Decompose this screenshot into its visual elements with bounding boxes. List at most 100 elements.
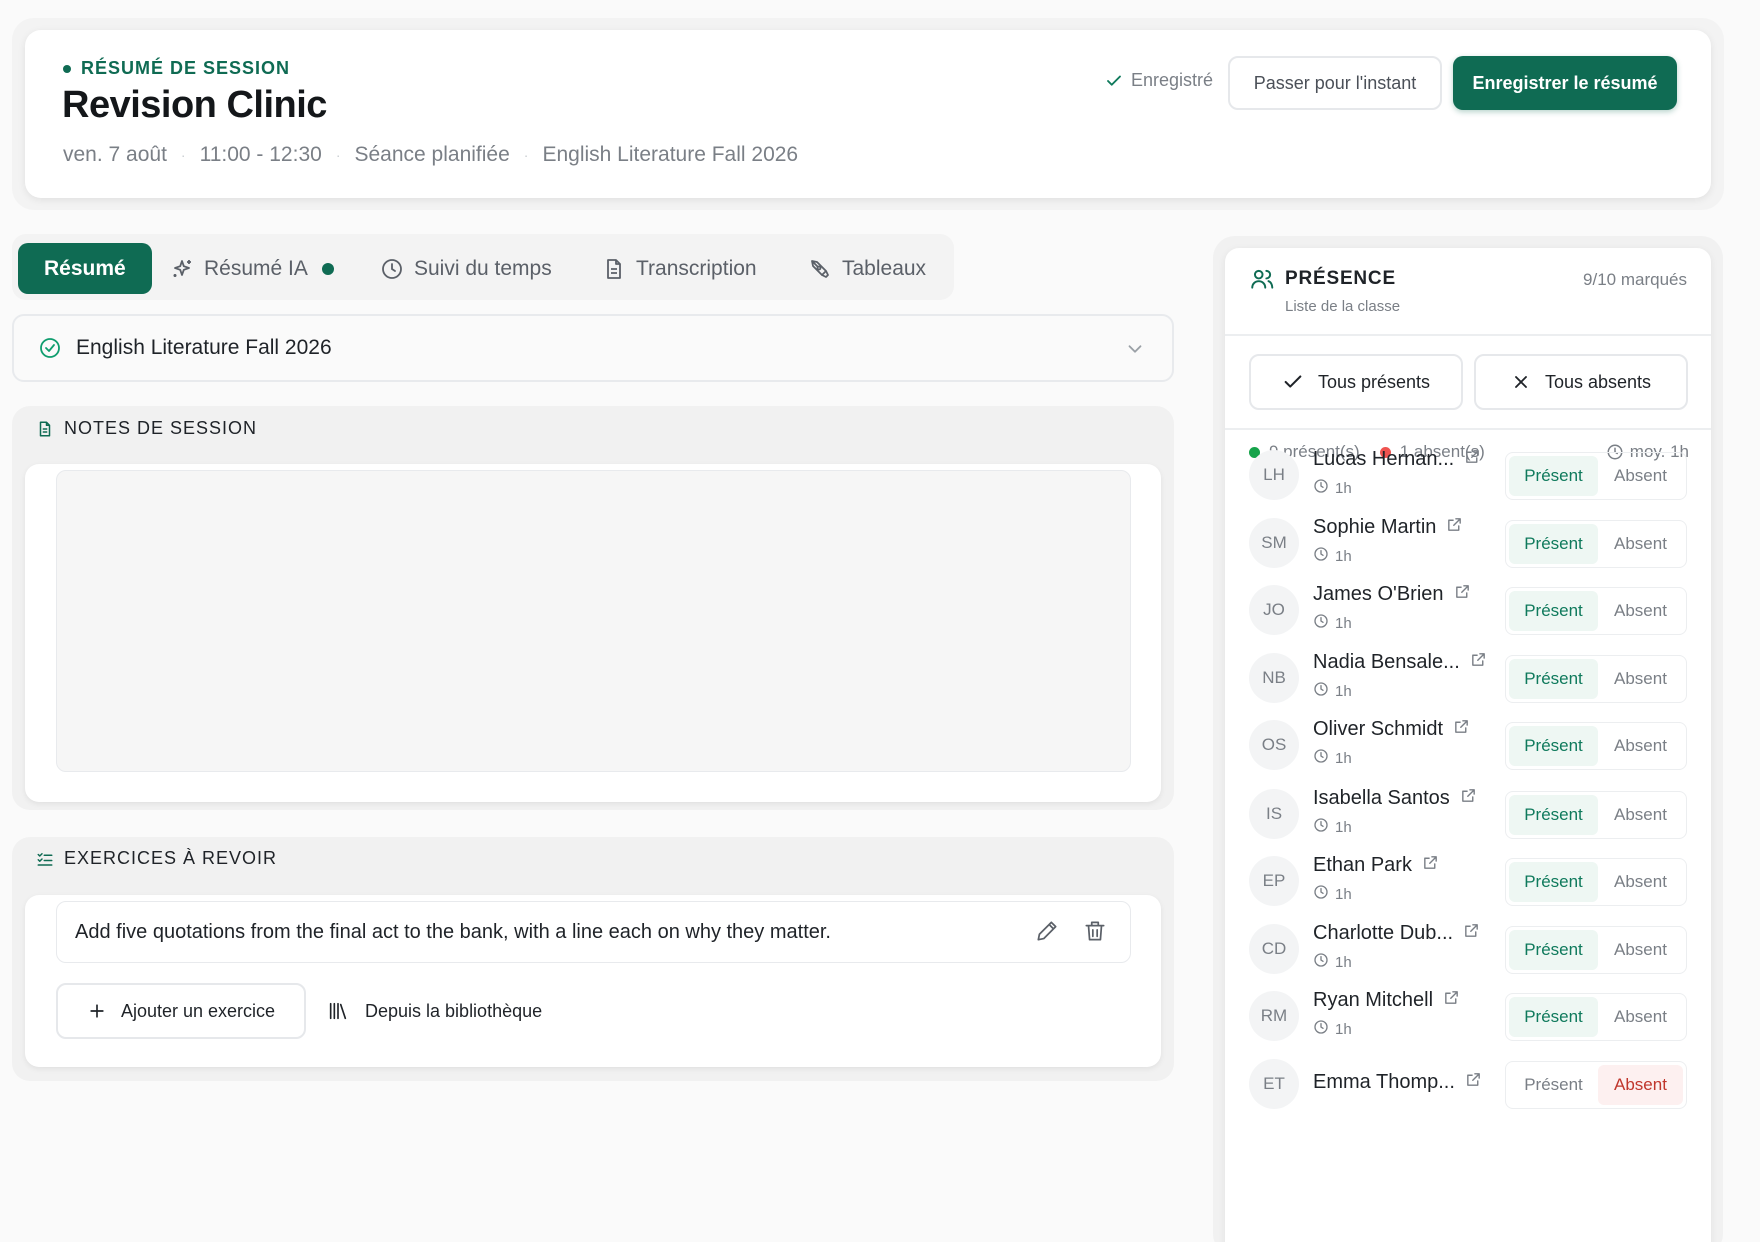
hours-label: 1h	[1335, 953, 1352, 971]
student-name-label: Isabella Santos	[1313, 787, 1450, 809]
student-hours: 1h	[1313, 1019, 1352, 1039]
present-option[interactable]: Présent	[1509, 659, 1598, 699]
hours-label: 1h	[1335, 682, 1352, 700]
absent-option[interactable]: Absent	[1598, 456, 1683, 496]
student-name-label: Ethan Park	[1313, 854, 1412, 876]
avatar: NB	[1249, 653, 1299, 703]
student-hours: 1h	[1313, 681, 1352, 701]
present-option[interactable]: Présent	[1509, 726, 1598, 766]
external-link-icon[interactable]	[1463, 922, 1480, 945]
avatar-initials: JO	[1263, 600, 1285, 619]
student-hours: 1h	[1313, 952, 1352, 972]
present-option[interactable]: Présent	[1509, 795, 1598, 835]
student-name-label: Nadia Bensale...	[1313, 651, 1460, 673]
session-course: English Literature Fall 2026	[542, 143, 799, 166]
tab-label: Transcription	[636, 256, 757, 280]
tab-label: Tableaux	[842, 256, 927, 280]
hours-label: 1h	[1335, 1020, 1352, 1038]
all-present-button[interactable]: Tous présents	[1249, 354, 1463, 410]
plus-icon	[90, 1004, 104, 1018]
student-name: Ethan Park	[1313, 854, 1439, 877]
exercises-section-title: EXERCICES À REVOIR	[36, 848, 277, 869]
absent-option[interactable]: Absent	[1598, 591, 1683, 631]
avatar-initials: EP	[1262, 871, 1286, 890]
absent-option[interactable]: Absent	[1598, 659, 1683, 699]
absent-option[interactable]: Absent	[1598, 726, 1683, 766]
tab-resume[interactable]: Résumé	[18, 243, 152, 294]
trash-icon[interactable]	[1082, 918, 1108, 944]
student-name: Oliver Schmidt	[1313, 718, 1470, 741]
course-select[interactable]: English Literature Fall 2026	[12, 314, 1174, 382]
student-name-label: Ryan Mitchell	[1313, 989, 1434, 1011]
student-name-label: Charlotte Dub...	[1313, 922, 1454, 944]
absent-option[interactable]: Absent	[1598, 862, 1683, 902]
exercises-section: EXERCICES À REVOIR Add five quotations f…	[12, 837, 1174, 1081]
external-link-icon[interactable]	[1446, 516, 1463, 539]
tab-ai-summary[interactable]: Résumé IA	[170, 243, 334, 294]
tab-label: Résumé	[44, 256, 126, 280]
student-row: JO James O'Brien 1h Présent Absent	[1249, 583, 1689, 639]
absent-option[interactable]: Absent	[1598, 795, 1683, 835]
section-title-label: NOTES DE SESSION	[64, 418, 258, 438]
skip-button[interactable]: Passer pour l'instant	[1228, 56, 1442, 110]
student-name: Lucas Hernan...	[1313, 448, 1481, 471]
users-icon	[1251, 269, 1274, 289]
attendance-count: 9/10 marqués	[1583, 270, 1687, 289]
attendance-toggle: Présent Absent	[1505, 1061, 1687, 1109]
clock-icon	[1313, 952, 1329, 972]
present-option[interactable]: Présent	[1509, 930, 1598, 970]
student-name: Isabella Santos	[1313, 787, 1477, 810]
notes-section: NOTES DE SESSION	[12, 406, 1174, 810]
present-option[interactable]: Présent	[1509, 1065, 1598, 1105]
external-link-icon[interactable]	[1470, 651, 1487, 674]
avatar: CD	[1249, 924, 1299, 974]
close-icon	[1515, 376, 1527, 388]
external-link-icon[interactable]	[1453, 718, 1470, 741]
absent-option[interactable]: Absent	[1598, 930, 1683, 970]
pencil-icon[interactable]	[1034, 918, 1060, 944]
external-link-icon[interactable]	[1460, 787, 1477, 810]
present-option[interactable]: Présent	[1509, 997, 1598, 1037]
session-notes-textarea[interactable]	[56, 470, 1131, 772]
add-exercise-button[interactable]: Ajouter un exercice	[56, 983, 306, 1039]
all-absent-label: Tous absents	[1544, 371, 1652, 392]
absent-option[interactable]: Absent	[1598, 524, 1683, 564]
absent-option[interactable]: Absent	[1597, 1065, 1683, 1105]
library-icon	[329, 1002, 347, 1020]
checklist-icon	[37, 852, 53, 866]
external-link-icon[interactable]	[1454, 583, 1471, 606]
all-absent-button[interactable]: Tous absents	[1474, 354, 1688, 410]
student-name-label: Oliver Schmidt	[1313, 718, 1444, 740]
attendance-toggle: Présent Absent	[1505, 858, 1687, 906]
clock-icon	[382, 258, 402, 279]
present-option[interactable]: Présent	[1509, 456, 1598, 496]
exercise-item: Add five quotations from the final act t…	[56, 901, 1131, 963]
tab-time-tracking[interactable]: Suivi du temps	[380, 243, 552, 294]
from-library-button[interactable]: Depuis la bibliothèque	[327, 983, 542, 1039]
check-icon	[1107, 75, 1121, 86]
tab-transcription[interactable]: Transcription	[602, 243, 757, 294]
attendance-toggle: Présent Absent	[1505, 655, 1687, 703]
eyebrow-label: RÉSUMÉ DE SESSION	[81, 58, 291, 78]
avatar: IS	[1249, 789, 1299, 839]
absent-option[interactable]: Absent	[1598, 997, 1683, 1037]
student-hours: 1h	[1313, 748, 1352, 768]
present-option[interactable]: Présent	[1509, 524, 1598, 564]
student-name-label: James O'Brien	[1313, 583, 1444, 605]
all-present-label: Tous présents	[1317, 371, 1431, 392]
present-option[interactable]: Présent	[1509, 862, 1598, 902]
external-link-icon[interactable]	[1443, 989, 1460, 1012]
attendance-toggle: Présent Absent	[1505, 791, 1687, 839]
hours-label: 1h	[1335, 547, 1352, 565]
session-header: RÉSUMÉ DE SESSION Revision Clinic ven. 7…	[25, 30, 1711, 198]
external-link-icon[interactable]	[1465, 1071, 1482, 1094]
external-link-icon[interactable]	[1422, 854, 1439, 877]
present-option[interactable]: Présent	[1509, 591, 1598, 631]
save-summary-button[interactable]: Enregistrer le résumé	[1453, 56, 1677, 110]
student-name: Sophie Martin	[1313, 516, 1463, 539]
tab-boards[interactable]: Tableaux	[808, 243, 926, 294]
student-name: Emma Thomp...	[1313, 1071, 1482, 1094]
meta-separator: ·	[180, 147, 186, 163]
external-link-icon[interactable]	[1464, 448, 1481, 471]
attendance-toggle: Présent Absent	[1505, 926, 1687, 974]
